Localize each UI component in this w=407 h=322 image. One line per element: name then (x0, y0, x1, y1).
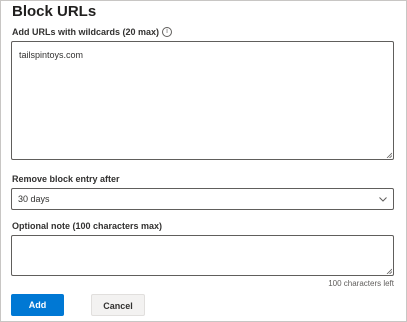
resize-grip-icon[interactable] (386, 268, 392, 274)
info-icon[interactable]: i (162, 26, 173, 37)
urls-textarea-value: tailspintoys.com (19, 50, 84, 60)
remove-after-selected: 30 days (18, 194, 50, 204)
characters-left-counter: 100 characters left (328, 279, 394, 288)
optional-note-label: Optional note (100 characters max) (12, 221, 163, 231)
panel-title: Block URLs (12, 3, 97, 20)
urls-textarea[interactable]: tailspintoys.com (11, 41, 394, 160)
chevron-down-icon (379, 197, 387, 202)
remove-after-dropdown[interactable]: 30 days (11, 188, 394, 210)
block-urls-panel: Block URLs Add URLs with wildcards (20 m… (0, 0, 407, 322)
urls-field-label: Add URLs with wildcards (20 max) (12, 27, 160, 37)
remove-after-label: Remove block entry after (12, 174, 120, 184)
optional-note-textarea[interactable] (11, 235, 394, 276)
add-button[interactable]: Add (11, 294, 64, 316)
resize-grip-icon[interactable] (386, 152, 392, 158)
urls-field-label-row: Add URLs with wildcards (20 max) i (12, 26, 173, 38)
cancel-button[interactable]: Cancel (91, 294, 145, 316)
